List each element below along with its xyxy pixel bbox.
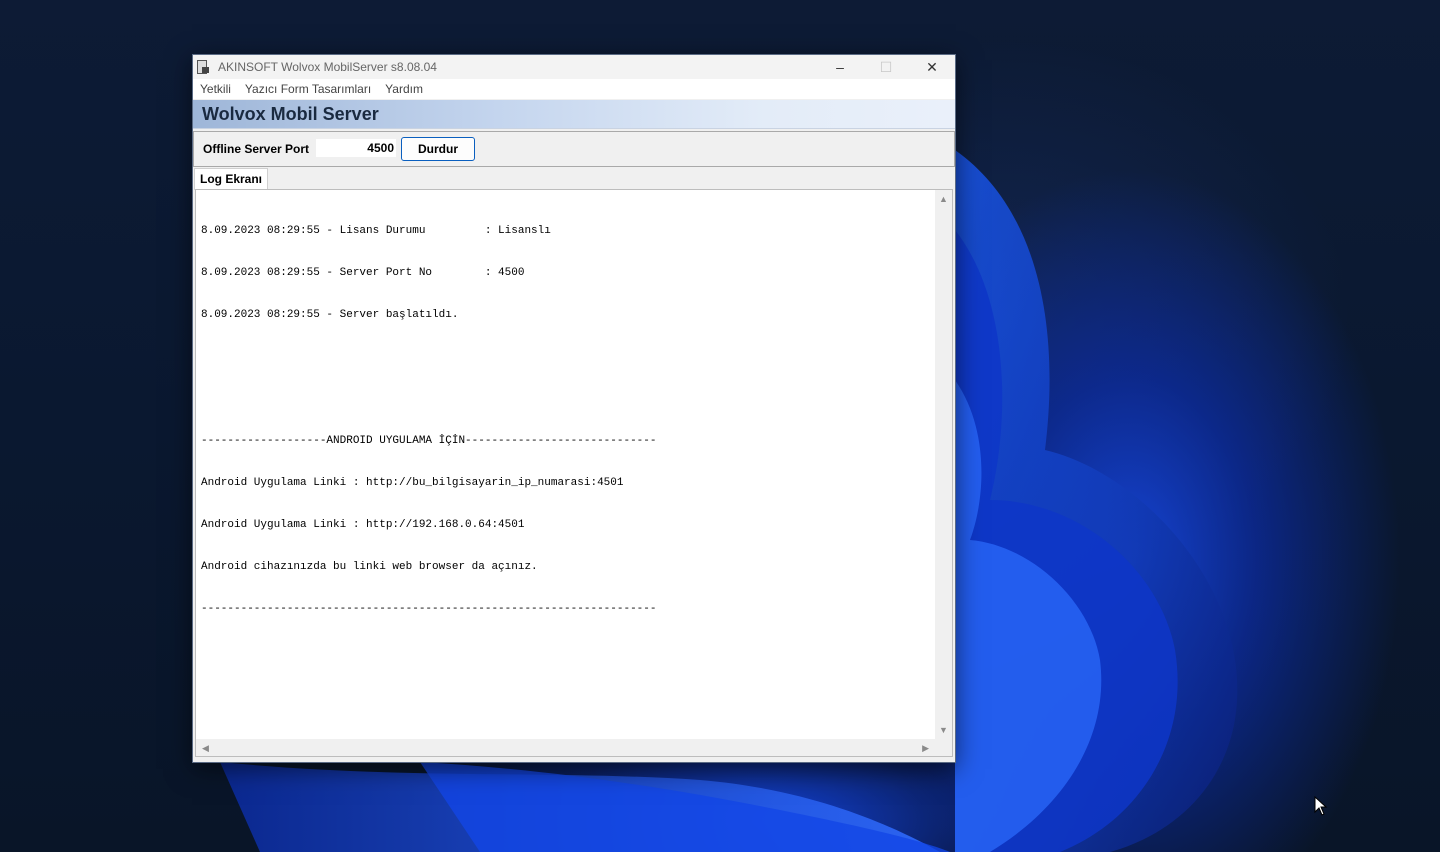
- scroll-down-icon[interactable]: ▼: [939, 725, 948, 735]
- log-line: Android Uygulama Linki : http://192.168.…: [201, 519, 525, 531]
- header-banner: Wolvox Mobil Server: [193, 100, 955, 129]
- port-label: Offline Server Port: [203, 142, 310, 156]
- scroll-left-icon[interactable]: ◀: [202, 743, 209, 753]
- minimize-button[interactable]: –: [817, 55, 863, 79]
- window-title: AKINSOFT Wolvox MobilServer s8.08.04: [218, 60, 437, 74]
- window-controls: – ☐ ✕: [817, 55, 955, 79]
- log-line: -------------------ANDROID UYGULAMA İÇİN…: [201, 435, 657, 447]
- stop-button[interactable]: Durdur: [401, 137, 475, 161]
- log-line: 8.09.2023 08:29:55 - Server başlatıldı.: [201, 309, 459, 321]
- log-line: 8.09.2023 08:29:55 - Server Port No : 45…: [201, 267, 525, 279]
- port-input[interactable]: [316, 139, 396, 157]
- vertical-scrollbar[interactable]: ▲ ▼: [935, 190, 952, 739]
- horizontal-scrollbar[interactable]: ◀ ▶: [196, 739, 935, 756]
- log-line: Android cihazınızda bu linki web browser…: [201, 561, 538, 573]
- menu-bar: Yetkili Yazıcı Form Tasarımları Yardım: [193, 79, 955, 99]
- mouse-cursor-icon: [1314, 796, 1328, 816]
- log-line: Android Uygulama Linki : http://bu_bilgi…: [201, 477, 624, 489]
- server-toolbar: Offline Server Port Durdur: [193, 131, 955, 167]
- scrollbar-corner: [935, 739, 952, 756]
- log-panel[interactable]: 8.09.2023 08:29:55 - Lisans Durumu : Lis…: [195, 189, 953, 757]
- app-window: AKINSOFT Wolvox MobilServer s8.08.04 – ☐…: [192, 54, 956, 763]
- scroll-up-icon[interactable]: ▲: [939, 194, 948, 204]
- log-text: 8.09.2023 08:29:55 - Lisans Durumu : Lis…: [201, 196, 656, 644]
- maximize-button[interactable]: ☐: [863, 55, 909, 79]
- log-line: ----------------------------------------…: [201, 603, 657, 615]
- menu-item-help[interactable]: Yardım: [378, 82, 430, 96]
- scroll-right-icon[interactable]: ▶: [922, 743, 929, 753]
- menu-item-yetkili[interactable]: Yetkili: [193, 82, 238, 96]
- tab-log-screen[interactable]: Log Ekranı: [194, 168, 269, 190]
- close-button[interactable]: ✕: [909, 55, 955, 79]
- app-icon: [196, 59, 210, 75]
- menu-item-printer-forms[interactable]: Yazıcı Form Tasarımları: [238, 82, 378, 96]
- tab-row: Log Ekranı: [193, 168, 955, 190]
- log-line: 8.09.2023 08:29:55 - Lisans Durumu : Lis…: [201, 225, 551, 237]
- log-line: ​: [201, 350, 656, 364]
- log-line: ​: [201, 392, 656, 406]
- title-bar[interactable]: AKINSOFT Wolvox MobilServer s8.08.04 – ☐…: [193, 55, 955, 79]
- banner-title: Wolvox Mobil Server: [202, 104, 379, 124]
